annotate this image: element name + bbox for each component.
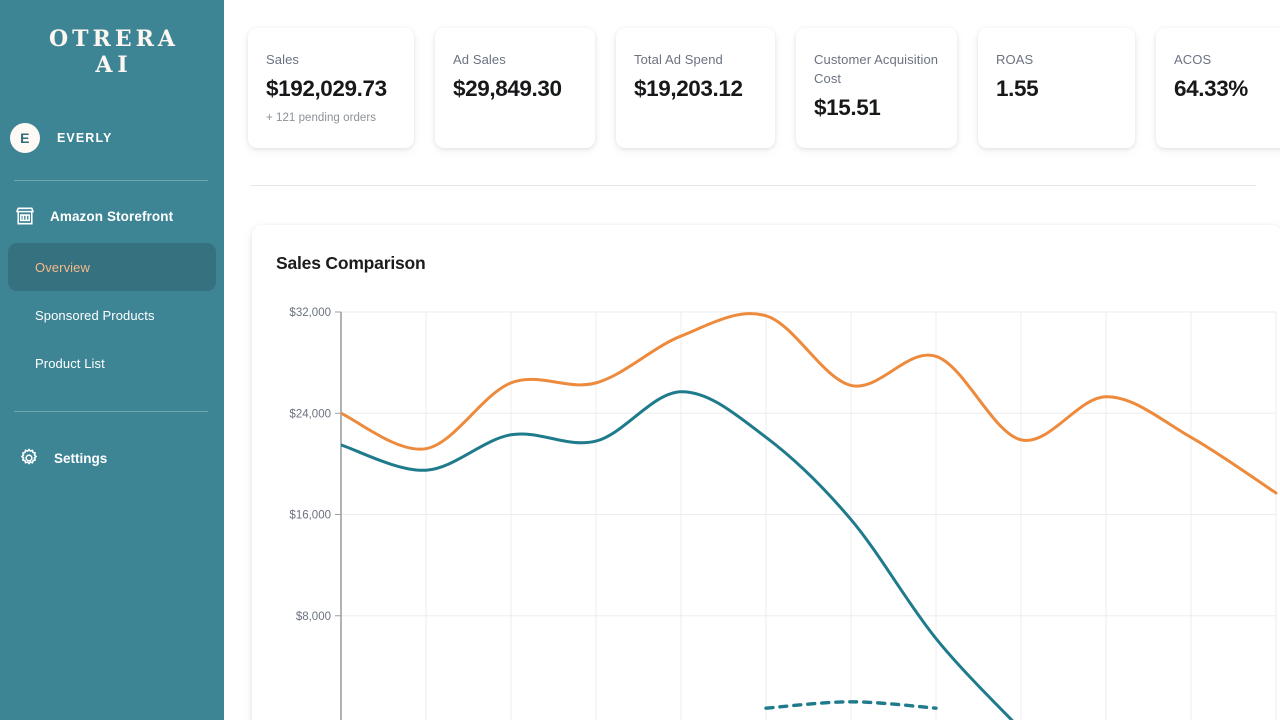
chart-plot-area[interactable]: $8,000 $16,000 $24,000 $32,000	[276, 302, 1280, 720]
y-axis-tick-label: $24,000	[289, 408, 331, 420]
kpi-card-customer-acquisition-cost[interactable]: Customer Acquisition Cost $15.51	[796, 28, 957, 148]
y-axis-tick-label: $8,000	[296, 611, 331, 623]
kpi-value-acos: 64.33%	[1174, 76, 1248, 101]
y-axis-tick-label: $32,000	[289, 307, 331, 319]
sidebar-subnav: Overview Sponsored Products Product List	[0, 243, 224, 387]
dashboard-root: OTRERA AI E EVERLY Amazon Storefront Ove…	[0, 0, 1280, 720]
kpi-value-ad-sales: $29,849.30	[453, 76, 562, 101]
kpi-card-acos[interactable]: ACOS 64.33%	[1156, 28, 1280, 148]
brand-logo[interactable]: OTRERA AI	[0, 0, 224, 78]
y-axis-tick-label: $16,000	[289, 510, 331, 522]
sidebar-item-product-list-label: Product List	[35, 355, 105, 371]
sidebar-item-settings[interactable]: Settings	[0, 444, 224, 472]
kpi-sub-sales: + 121 pending orders	[266, 112, 377, 124]
sidebar-section-amazon-storefront[interactable]: Amazon Storefront	[0, 203, 224, 229]
account-switcher[interactable]: E EVERLY	[0, 118, 224, 158]
sidebar-divider-top	[14, 180, 208, 181]
sales-comparison-card: Sales Comparison $8,000 $16,000 $24,000 $32…	[252, 225, 1280, 720]
sidebar-item-overview[interactable]: Overview	[8, 243, 216, 291]
main-content: Sales $192,029.73 + 121 pending orders A…	[224, 0, 1280, 720]
sidebar-item-product-list[interactable]: Product List	[8, 339, 216, 387]
nav-section-amazon-storefront: Amazon Storefront Overview Sponsored Pro…	[0, 203, 224, 387]
kpi-card-ad-sales[interactable]: Ad Sales $29,849.30	[435, 28, 595, 148]
kpi-value-customer-acquisition-cost: $15.51	[814, 95, 881, 120]
storefront-icon	[14, 205, 36, 227]
kpi-label-customer-acquisition-cost: Customer Acquisition Cost	[814, 52, 939, 86]
kpi-label-ad-sales: Ad Sales	[453, 52, 506, 67]
brand-logo-line1: OTRERA	[49, 26, 179, 52]
chart-title: Sales Comparison	[276, 253, 426, 273]
kpi-card-roas[interactable]: ROAS 1.55	[978, 28, 1135, 148]
kpi-label-roas: ROAS	[996, 52, 1034, 67]
sidebar-divider-bottom	[14, 411, 208, 412]
avatar: E	[10, 123, 40, 153]
kpi-label-total-ad-spend: Total Ad Spend	[634, 52, 723, 67]
gear-icon	[18, 447, 40, 469]
kpi-card-sales[interactable]: Sales $192,029.73 + 121 pending orders	[248, 28, 414, 148]
series-line-ad-sales	[341, 312, 1278, 495]
brand-logo-line2: AI	[95, 52, 133, 78]
sales-comparison-chart[interactable]: $8,000 $16,000 $24,000 $32,000	[276, 302, 1280, 720]
content-divider	[250, 185, 1256, 186]
kpi-label-acos: ACOS	[1174, 52, 1212, 67]
kpi-card-row: Sales $192,029.73 + 121 pending orders A…	[224, 0, 1280, 148]
sidebar-item-settings-label: Settings	[54, 450, 108, 466]
kpi-label-sales: Sales	[266, 52, 300, 67]
sidebar-item-sponsored-products-label: Sponsored Products	[35, 307, 155, 323]
kpi-value-total-ad-spend: $19,203.12	[634, 76, 743, 101]
kpi-card-total-ad-spend[interactable]: Total Ad Spend $19,203.12	[616, 28, 775, 148]
sidebar-section-label: Amazon Storefront	[50, 208, 174, 224]
sidebar: OTRERA AI E EVERLY Amazon Storefront Ove…	[0, 0, 224, 720]
account-name: EVERLY	[57, 131, 113, 145]
sidebar-item-sponsored-products[interactable]: Sponsored Products	[8, 291, 216, 339]
sidebar-item-overview-label: Overview	[35, 259, 90, 275]
kpi-value-sales: $192,029.73	[266, 76, 387, 101]
kpi-value-roas: 1.55	[996, 76, 1039, 101]
